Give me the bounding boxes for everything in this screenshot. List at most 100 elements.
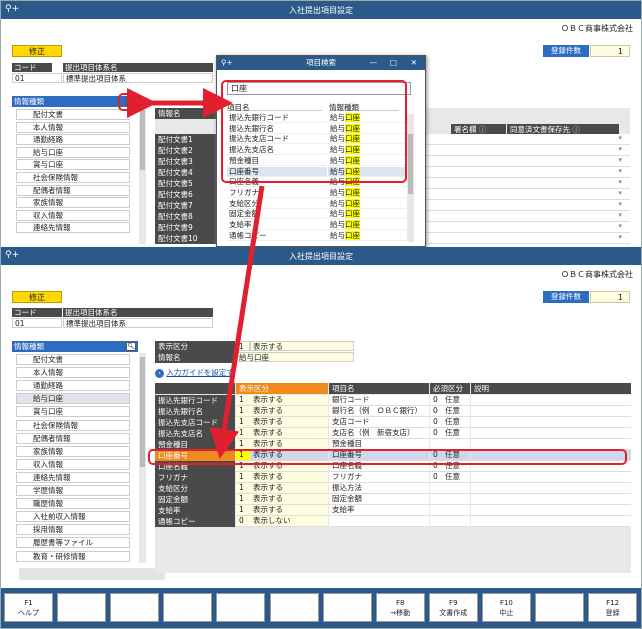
display-num[interactable]: 1 [236, 341, 250, 351]
sidebar-item[interactable]: 収入情報 [16, 209, 130, 221]
display-num-cell[interactable]: 1 [236, 417, 250, 428]
description-cell[interactable] [471, 483, 631, 494]
fkey-button[interactable] [535, 593, 584, 622]
display-num-cell[interactable]: 1 [236, 395, 250, 406]
scroll-thumb[interactable] [408, 134, 413, 194]
dialog-row-item[interactable]: 支給区分 [227, 199, 327, 209]
dialog-row-item[interactable]: 通帳コピー [227, 231, 327, 241]
display-num-cell[interactable]: 0 [236, 516, 250, 527]
edit-mode-button[interactable]: 修正 [12, 291, 62, 303]
description-cell[interactable] [471, 472, 631, 483]
fkey-button[interactable] [57, 593, 107, 622]
required-num-cell[interactable] [430, 516, 442, 527]
scroll-thumb[interactable] [140, 357, 145, 467]
sidebar-item[interactable]: 入社前収入情報 [16, 511, 130, 523]
item-name-cell[interactable]: 支店名（例 新宿支店） [329, 428, 429, 439]
top-sidebar-scrollbar[interactable] [139, 108, 146, 244]
sidebar-item[interactable]: 配付文書 [16, 354, 130, 365]
bottom-sidebar-scrollbar[interactable] [139, 353, 146, 563]
item-name-cell[interactable]: 固定金額 [329, 494, 429, 505]
sidebar-item[interactable]: 連絡先情報 [16, 222, 130, 234]
description-cell[interactable] [471, 428, 631, 439]
chevron-down-icon[interactable]: ▾ [618, 145, 622, 153]
chevron-down-icon[interactable]: ▾ [618, 156, 622, 164]
sidebar-item[interactable]: 配偶者情報 [16, 432, 130, 444]
sidebar-item[interactable]: 教育・研修情報 [16, 550, 130, 562]
description-cell[interactable] [471, 494, 631, 505]
sidebar-item[interactable]: 履歴書等ファイル [16, 537, 130, 549]
description-cell[interactable] [471, 417, 631, 428]
sidebar-item[interactable]: 収入情報 [16, 458, 130, 470]
chevron-down-icon[interactable]: ▾ [618, 178, 622, 186]
fkey-button[interactable]: F1 ヘルプ [4, 593, 53, 622]
fkey-button[interactable]: F9 文書作成 [428, 593, 478, 622]
input-guide-link[interactable]: › 入力ガイドを設定す [155, 367, 234, 378]
chevron-down-icon[interactable]: ▾ [618, 222, 622, 230]
description-cell[interactable] [471, 505, 631, 516]
fkey-button[interactable] [163, 593, 213, 622]
chevron-down-icon[interactable]: ▾ [618, 233, 622, 241]
sidebar-item[interactable]: 通勤経路 [16, 380, 130, 392]
edit-mode-button[interactable]: 修正 [12, 45, 62, 57]
sidebar-item[interactable]: 社会保険情報 [16, 419, 130, 431]
sidebar-item[interactable]: 給与口座 [16, 146, 130, 158]
chevron-down-icon[interactable]: ▾ [618, 200, 622, 208]
required-num-cell[interactable]: 0 [430, 417, 442, 428]
required-num-cell[interactable]: 0 [430, 472, 442, 483]
fkey-button[interactable] [216, 593, 266, 622]
scroll-thumb[interactable] [140, 110, 145, 170]
required-num-cell[interactable] [430, 494, 442, 505]
horizontal-scrollbar[interactable] [19, 568, 165, 580]
sidebar-item[interactable]: 学歴情報 [16, 485, 130, 496]
close-icon[interactable]: ✕ [411, 56, 417, 70]
maximize-icon[interactable]: □ [390, 56, 397, 70]
dialog-row-item[interactable]: フリガナ [227, 188, 327, 198]
sidebar-item[interactable]: 社会保険情報 [16, 172, 130, 183]
description-cell[interactable] [471, 516, 631, 527]
sidebar-item[interactable]: 配偶者情報 [16, 184, 130, 196]
fkey-button[interactable] [110, 593, 160, 622]
sidebar-item[interactable]: 配付文書 [16, 109, 130, 120]
fkey-button[interactable]: F8 →移動 [375, 593, 425, 622]
chevron-down-icon[interactable]: ▾ [618, 134, 622, 142]
fkey-button[interactable]: F12 登録 [588, 593, 638, 622]
sidebar-item[interactable]: 本人情報 [16, 367, 130, 379]
required-num-cell[interactable]: 0 [430, 406, 442, 417]
sidebar-item[interactable]: 給与口座 [16, 393, 130, 405]
display-num-cell[interactable]: 1 [236, 505, 250, 516]
dialog-row-item[interactable]: 固定金額 [227, 209, 327, 220]
chevron-down-icon[interactable]: ▾ [618, 211, 622, 219]
required-num-cell[interactable]: 0 [430, 428, 442, 439]
item-name-cell[interactable]: 支店コード [329, 417, 429, 428]
sidebar-item[interactable]: 賞与口座 [16, 406, 130, 418]
dialog-row-item[interactable]: 支給率 [227, 220, 327, 230]
display-num-cell[interactable]: 1 [236, 494, 250, 505]
sidebar-item[interactable]: 職歴情報 [16, 498, 130, 510]
sidebar-item[interactable]: 家族情報 [16, 197, 130, 209]
item-name-cell[interactable]: 銀行名（例 ＯＢＣ銀行） [329, 406, 429, 417]
description-cell[interactable] [471, 406, 631, 417]
display-num-cell[interactable]: 1 [236, 483, 250, 494]
chevron-down-icon[interactable]: ▾ [618, 189, 622, 197]
description-cell[interactable] [471, 395, 631, 406]
dialog-scrollbar[interactable] [407, 114, 414, 242]
required-num-cell[interactable] [430, 505, 442, 516]
display-num-cell[interactable]: 1 [236, 472, 250, 483]
required-num-cell[interactable] [430, 483, 442, 494]
sidebar-item[interactable]: 採用情報 [16, 524, 130, 536]
item-name-cell[interactable]: 振込方法 [329, 483, 429, 494]
item-name-cell[interactable] [329, 516, 429, 527]
sidebar-item[interactable]: 本人情報 [16, 121, 130, 133]
sidebar-item[interactable]: 家族情報 [16, 445, 130, 457]
display-num-cell[interactable]: 1 [236, 428, 250, 439]
item-name-cell[interactable]: 支給率 [329, 505, 429, 516]
fkey-button[interactable]: F10 中止 [481, 593, 531, 622]
fkey-button[interactable] [322, 593, 372, 622]
item-name-cell[interactable]: フリガナ [329, 472, 429, 483]
display-num-cell[interactable]: 1 [236, 406, 250, 417]
required-num-cell[interactable]: 0 [430, 395, 442, 406]
sidebar-item[interactable]: 通勤経路 [16, 134, 130, 146]
minimize-icon[interactable]: — [370, 56, 378, 70]
fkey-button[interactable] [269, 593, 319, 622]
chevron-down-icon[interactable]: ▾ [618, 167, 622, 175]
